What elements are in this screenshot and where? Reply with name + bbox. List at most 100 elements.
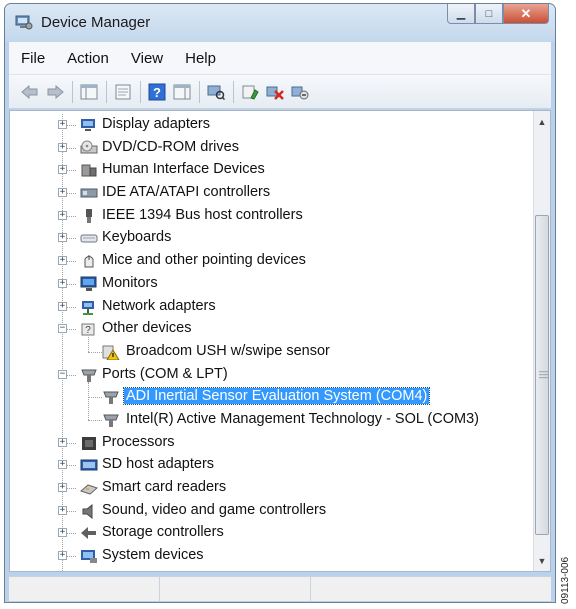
monitor-icon <box>80 276 97 291</box>
caption-buttons: ▁ □ ✕ <box>447 4 549 26</box>
display-adapter-icon <box>81 119 95 131</box>
expand-icon[interactable]: + <box>58 460 67 470</box>
expand-icon[interactable]: + <box>58 505 67 515</box>
tree-node-label[interactable]: Human Interface Devices <box>100 161 267 177</box>
tree-category-row[interactable]: + DVD/CD-ROM drives <box>10 137 530 160</box>
tree-node-label[interactable]: System devices <box>100 547 206 563</box>
tree-node-label[interactable]: Intel(R) Active Management Technology - … <box>124 411 481 427</box>
tree-category-row[interactable]: + Keyboards <box>10 227 530 250</box>
expand-icon[interactable]: + <box>58 142 67 152</box>
tree-node-label[interactable]: Network adapters <box>100 298 218 314</box>
tree-device-row[interactable]: Broadcom USH w/swipe sensor <box>10 341 530 364</box>
storage-icon <box>81 527 96 540</box>
expand-icon[interactable]: + <box>58 120 67 129</box>
tree-node-label[interactable]: Keyboards <box>100 229 173 245</box>
port-icon <box>103 391 119 405</box>
svg-text:?: ? <box>153 85 161 100</box>
status-cell <box>160 577 311 601</box>
tree-category-row[interactable]: + Display adapters <box>10 114 530 137</box>
tree-node-label[interactable]: Smart card readers <box>100 479 228 495</box>
close-button[interactable]: ✕ <box>503 4 549 24</box>
expand-icon[interactable]: + <box>58 210 67 220</box>
expand-icon[interactable]: + <box>58 165 67 175</box>
port-icon <box>103 414 119 427</box>
expand-icon[interactable]: + <box>58 551 67 561</box>
tree-category-row[interactable]: + IDE ATA/ATAPI controllers <box>10 182 530 205</box>
collapse-icon[interactable]: − <box>58 369 67 379</box>
menu-help[interactable]: Help <box>175 50 226 67</box>
keyboard-icon <box>80 234 98 243</box>
expand-icon[interactable]: + <box>58 256 67 266</box>
scroll-down-arrow-icon[interactable]: ▼ <box>534 552 550 569</box>
scan-hardware-icon[interactable] <box>205 81 227 103</box>
tree-node-label[interactable]: Other devices <box>100 320 193 336</box>
tree-category-row[interactable]: + Mice and other pointing devices <box>10 250 530 273</box>
back-icon[interactable] <box>19 81 41 103</box>
show-hide-console-tree-icon[interactable] <box>78 81 100 103</box>
tree-device-row[interactable]: Intel(R) Active Management Technology - … <box>10 409 530 432</box>
update-driver-icon[interactable] <box>239 81 261 103</box>
port-icon <box>81 369 97 382</box>
tree-category-row[interactable]: +Universal Serial Bus controllers <box>10 568 530 572</box>
expand-icon[interactable]: + <box>58 188 67 198</box>
system-devices-icon <box>81 550 97 564</box>
menu-bar: File Action View Help <box>9 42 551 75</box>
expand-icon[interactable]: + <box>58 483 67 492</box>
disable-icon[interactable] <box>289 81 311 103</box>
tree-category-row[interactable]: + Sound, video and game controllers <box>10 500 530 523</box>
menu-file[interactable]: File <box>11 50 55 67</box>
toolbar-separator <box>140 80 141 103</box>
tree-category-row[interactable]: + System devices <box>10 545 530 568</box>
collapse-icon[interactable]: − <box>58 324 67 334</box>
forward-icon[interactable] <box>44 81 66 103</box>
tree-node-label[interactable]: Storage controllers <box>100 524 226 540</box>
svg-text:?: ? <box>85 325 91 336</box>
tree-node-label[interactable]: IDE ATA/ATAPI controllers <box>100 184 272 200</box>
window-title: Device Manager <box>41 14 151 31</box>
tree-node-label[interactable]: IEEE 1394 Bus host controllers <box>100 207 305 223</box>
minimize-button[interactable]: ▁ <box>447 4 475 24</box>
scrollbar-grip-icon: — — — <box>539 366 548 382</box>
tree-node-label[interactable]: DVD/CD-ROM drives <box>100 139 241 155</box>
scroll-up-arrow-icon[interactable]: ▲ <box>534 113 550 130</box>
tree-node-label[interactable]: Ports (COM & LPT) <box>100 366 230 382</box>
vertical-scrollbar[interactable]: ▲ — — — ▼ <box>533 111 550 571</box>
tree-category-row[interactable]: + Smart card readers <box>10 477 530 500</box>
tree-node-label[interactable]: Sound, video and game controllers <box>100 502 328 518</box>
menu-action[interactable]: Action <box>57 50 119 67</box>
expand-icon[interactable]: + <box>58 437 67 447</box>
expand-icon[interactable]: + <box>58 233 67 243</box>
tree-category-row[interactable]: + Processors <box>10 432 530 455</box>
figure-id: 09113-006 <box>560 556 571 604</box>
tree-node-label[interactable]: Mice and other pointing devices <box>100 252 308 268</box>
tree-category-row[interactable]: + Network adapters <box>10 296 530 319</box>
tree-node-label[interactable]: Monitors <box>100 275 160 291</box>
tree-node-label[interactable]: ADI Inertial Sensor Evaluation System (C… <box>122 387 431 406</box>
maximize-button[interactable]: □ <box>475 4 503 24</box>
tree-node-label[interactable]: Universal Serial Bus controllers <box>100 570 305 571</box>
tree-node-label[interactable]: Broadcom USH w/swipe sensor <box>124 343 332 359</box>
title-bar[interactable]: Device Manager ▁ □ ✕ <box>5 4 555 42</box>
menu-view[interactable]: View <box>121 50 173 67</box>
tree-device-row[interactable]: ADI Inertial Sensor Evaluation System (C… <box>10 386 530 409</box>
expand-icon[interactable]: + <box>58 528 67 538</box>
smart-card-icon <box>80 484 98 495</box>
expand-icon[interactable]: + <box>58 278 67 288</box>
help-icon[interactable]: ? <box>146 81 168 103</box>
status-bar <box>9 576 551 601</box>
device-tree-pane[interactable]: + Display adapters + DVD/CD-ROM drives + Huma… <box>9 110 551 572</box>
tree-category-row[interactable]: + SD host adapters <box>10 454 530 477</box>
tree-node-label[interactable]: Display adapters <box>100 116 212 132</box>
tree-category-row[interactable]: + Storage controllers <box>10 522 530 545</box>
tree-category-row[interactable]: + Human Interface Devices <box>10 159 530 182</box>
tree-category-row[interactable]: + IEEE 1394 Bus host controllers <box>10 205 530 228</box>
scrollbar-thumb[interactable]: — — — <box>535 215 549 535</box>
tree-node-label[interactable]: SD host adapters <box>100 456 216 472</box>
expand-icon[interactable]: + <box>58 301 67 311</box>
tree-category-row[interactable]: + Monitors <box>10 273 530 296</box>
uninstall-icon[interactable] <box>264 81 286 103</box>
properties-icon[interactable] <box>112 81 134 103</box>
tree-node-label[interactable]: Processors <box>100 434 177 450</box>
usb-icon <box>80 571 98 572</box>
action-pane-icon[interactable] <box>171 81 193 103</box>
